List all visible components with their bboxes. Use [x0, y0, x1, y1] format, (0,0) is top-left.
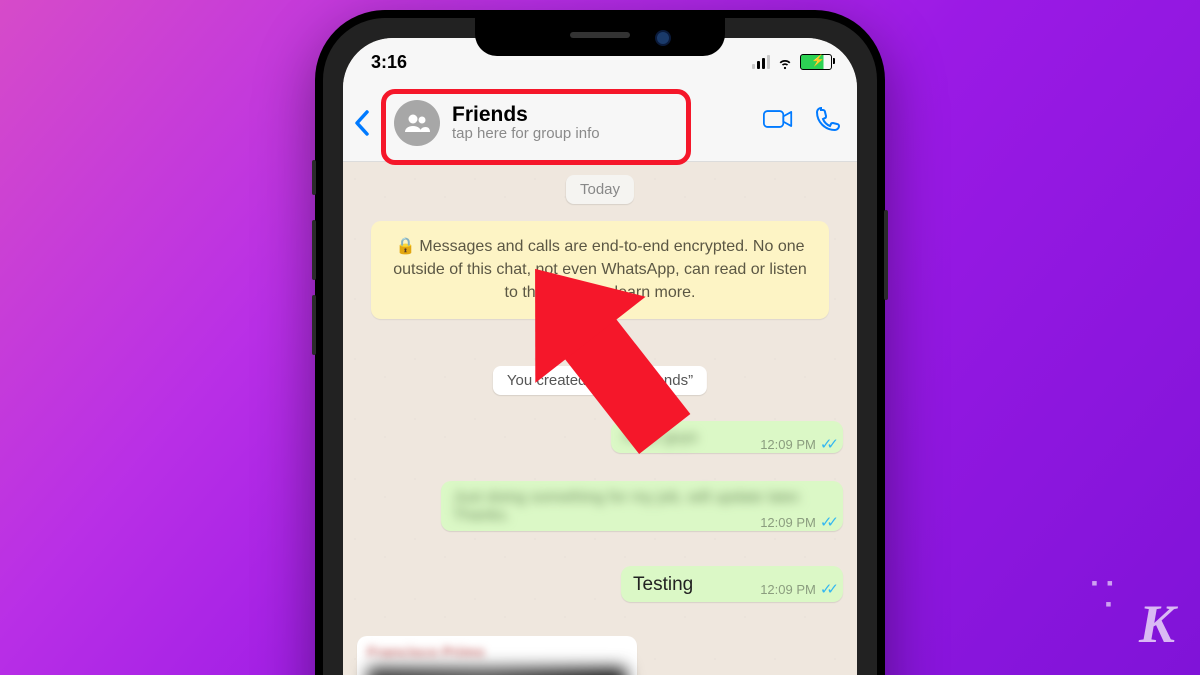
volume-up-button — [312, 220, 316, 280]
read-ticks-icon: ✓✓ — [820, 435, 833, 453]
date-separator: Today — [566, 175, 634, 204]
incoming-message[interactable]: Francisco Primo — [357, 636, 637, 675]
power-button — [884, 210, 888, 300]
read-ticks-icon: ✓✓ — [820, 513, 833, 531]
phone-frame: 3:16 ⚡ — [315, 10, 885, 675]
watermark-dots: ▪ ▪ ▪ — [1091, 573, 1115, 615]
chat-body[interactable]: Today 🔒Messages and calls are end-to-end… — [343, 161, 857, 675]
system-message: You created group “Friends” — [493, 366, 707, 395]
outgoing-message[interactable]: Hello guys 12:09 PM ✓✓ — [611, 421, 843, 453]
sender-name: Francisco Primo — [367, 644, 627, 661]
group-info-button[interactable]: Friends tap here for group info — [388, 96, 606, 150]
mute-switch — [312, 160, 316, 195]
volume-down-button — [312, 295, 316, 355]
phone-screen: 3:16 ⚡ — [343, 38, 857, 675]
encryption-notice-text: Messages and calls are end-to-end encryp… — [393, 238, 807, 301]
battery-icon: ⚡ — [800, 54, 832, 70]
group-avatar-icon — [394, 100, 440, 146]
wifi-icon — [776, 53, 794, 71]
phone-notch — [475, 18, 725, 56]
watermark-logo: K — [1139, 593, 1175, 655]
group-title: Friends — [452, 103, 600, 126]
cellular-signal-icon — [752, 55, 770, 69]
outgoing-message[interactable]: Just doing something for my job, will up… — [441, 481, 843, 531]
message-time: 12:09 PM — [760, 515, 816, 530]
chat-header: Friends tap here for group info — [343, 86, 857, 162]
outgoing-message[interactable]: Testing 12:09 PM ✓✓ — [621, 566, 843, 602]
message-image-attachment[interactable] — [367, 667, 627, 675]
message-text: Just doing something for my job, will up… — [453, 489, 803, 524]
voice-call-button[interactable] — [813, 104, 843, 134]
encryption-notice[interactable]: 🔒Messages and calls are end-to-end encry… — [371, 221, 829, 319]
lock-icon: 🔒 — [395, 235, 415, 258]
status-time: 3:16 — [371, 52, 407, 73]
video-call-button[interactable] — [763, 104, 793, 134]
background: 3:16 ⚡ — [0, 0, 1200, 675]
back-button[interactable] — [353, 108, 373, 143]
message-text: Hello guys — [623, 429, 698, 446]
message-text: Testing — [633, 574, 693, 595]
group-subtitle: tap here for group info — [452, 126, 600, 143]
message-time: 12:09 PM — [760, 582, 816, 597]
read-ticks-icon: ✓✓ — [820, 580, 833, 598]
message-time: 12:09 PM — [760, 437, 816, 452]
